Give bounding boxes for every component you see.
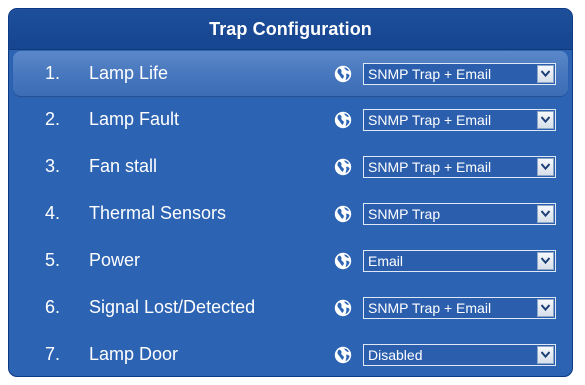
trap-label: Lamp Life <box>89 63 169 83</box>
action-dropdown[interactable]: SNMP Trap + Email <box>363 62 556 85</box>
trap-label: Fan stall <box>89 156 158 176</box>
trap-row-fan-stall[interactable]: 3. Fan stall SNMP Trap + Email <box>9 143 572 190</box>
dropdown-value: SNMP Trap + Email <box>368 158 492 175</box>
chevron-down-icon[interactable] <box>537 64 554 83</box>
action-dropdown[interactable]: SNMP Trap + Email <box>363 108 556 131</box>
row-number: 1. <box>45 63 61 83</box>
panel-header: Trap Configuration <box>9 9 572 50</box>
row-number: 2. <box>45 109 61 129</box>
globe-icon <box>334 65 352 82</box>
trap-row-power[interactable]: 5. Power Email <box>9 237 572 284</box>
action-dropdown[interactable]: SNMP Trap + Email <box>363 155 556 178</box>
trap-row-lamp-door[interactable]: 7. Lamp Door Disabled <box>9 331 572 376</box>
trap-configuration-panel: Trap Configuration 1. Lamp Life SNMP Tra… <box>8 8 573 377</box>
dropdown-value: SNMP Trap + Email <box>368 65 492 82</box>
row-number: 5. <box>45 250 61 270</box>
globe-icon <box>334 111 352 128</box>
trap-row-signal-lost-detected[interactable]: 6. Signal Lost/Detected SNMP Trap + Emai… <box>9 284 572 331</box>
trap-list: 1. Lamp Life SNMP Trap + Email 2. Lamp F… <box>9 49 572 376</box>
panel-title: Trap Configuration <box>209 18 372 39</box>
globe-icon <box>334 299 352 316</box>
chevron-down-icon[interactable] <box>537 204 554 223</box>
row-number: 6. <box>45 297 61 317</box>
trap-row-lamp-life[interactable]: 1. Lamp Life SNMP Trap + Email <box>13 51 568 96</box>
globe-icon <box>334 158 352 175</box>
globe-icon <box>334 205 352 222</box>
trap-label: Lamp Door <box>89 344 179 364</box>
action-dropdown[interactable]: Disabled <box>363 343 556 366</box>
chevron-down-icon[interactable] <box>537 298 554 317</box>
chevron-down-icon[interactable] <box>537 251 554 270</box>
dropdown-value: SNMP Trap <box>368 205 441 222</box>
globe-icon <box>334 252 352 269</box>
dropdown-value: SNMP Trap + Email <box>368 299 492 316</box>
chevron-down-icon[interactable] <box>537 110 554 129</box>
action-dropdown[interactable]: Email <box>363 249 556 272</box>
dropdown-value: Disabled <box>368 346 423 363</box>
trap-label: Power <box>89 250 141 270</box>
dropdown-value: SNMP Trap + Email <box>368 111 492 128</box>
row-number: 4. <box>45 203 61 223</box>
chevron-down-icon[interactable] <box>537 157 554 176</box>
row-number: 3. <box>45 156 61 176</box>
trap-label: Lamp Fault <box>89 109 180 129</box>
trap-row-lamp-fault[interactable]: 2. Lamp Fault SNMP Trap + Email <box>9 96 572 143</box>
action-dropdown[interactable]: SNMP Trap <box>363 202 556 225</box>
trap-row-thermal-sensors[interactable]: 4. Thermal Sensors SNMP Trap <box>9 190 572 237</box>
dropdown-value: Email <box>368 252 404 269</box>
chevron-down-icon[interactable] <box>537 345 554 364</box>
trap-label: Thermal Sensors <box>89 203 227 223</box>
action-dropdown[interactable]: SNMP Trap + Email <box>363 296 556 319</box>
globe-icon <box>334 346 352 363</box>
trap-label: Signal Lost/Detected <box>89 297 256 317</box>
row-number: 7. <box>45 344 61 364</box>
